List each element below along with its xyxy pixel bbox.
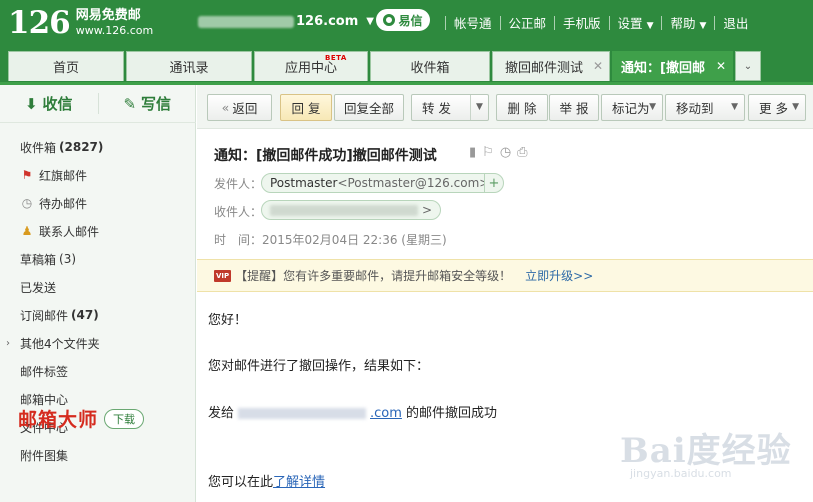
chevron-down-icon: ▼	[649, 102, 656, 112]
logo[interactable]: 126 网易免费邮 www.126.com	[8, 6, 153, 40]
folder-inbox[interactable]: 收件箱 (2827)	[0, 133, 196, 161]
mail-master-promo[interactable]: 邮箱大师 下载	[18, 405, 145, 432]
tab-inbox[interactable]: 收件箱	[370, 51, 490, 81]
link-help[interactable]: 帮助 ▼	[670, 13, 706, 32]
chevron-down-icon[interactable]: ▼	[476, 102, 483, 112]
folder-drafts[interactable]: 草稿箱 (3)	[0, 245, 196, 273]
link-settings[interactable]: 设置 ▼	[618, 13, 654, 32]
tab-recall-test[interactable]: 撤回邮件测试 ✕	[492, 51, 610, 81]
sender-address: <Postmaster@126.com>	[337, 176, 490, 190]
body-greeting: 您好！	[208, 313, 248, 328]
flag-icon: ⚑	[21, 168, 33, 182]
chevron-right-icon[interactable]: ›	[6, 338, 10, 349]
link-mobile[interactable]: 手机版	[563, 13, 601, 32]
link-account-pass[interactable]: 帐号通	[454, 13, 492, 32]
folder-contacts-mail[interactable]: ♟ 联系人邮件	[0, 217, 196, 245]
chevron-down-icon: ▼	[699, 21, 707, 31]
close-icon[interactable]: ✕	[593, 59, 603, 73]
tab-home[interactable]: 首页	[8, 51, 124, 81]
tab-app-center[interactable]: 应用中心 BETA	[254, 51, 368, 81]
yixin-button[interactable]: 易信	[376, 9, 430, 31]
baidu-watermark: Bai度经验 jingyan.baidu.com	[620, 415, 800, 490]
clock-icon: ◷	[21, 196, 33, 210]
write-mail-button[interactable]: ✎ 写信	[99, 85, 197, 122]
chevron-down-icon: ▼	[792, 102, 799, 112]
yixin-icon	[383, 14, 396, 26]
details-link[interactable]: 了解详情	[273, 475, 325, 490]
mail-header: 通知：[撤回邮件成功]撤回邮件测试 ▮ ⚐ ◷ ⎙ 发件人： Postmaste…	[197, 129, 813, 259]
tab-contacts[interactable]: 通讯录	[126, 51, 252, 81]
forward-button[interactable]: 转 发 ▼	[411, 94, 489, 121]
link-logout[interactable]: 退出	[723, 13, 748, 32]
logo-number: 126	[8, 5, 71, 41]
watermark-url: jingyan.baidu.com	[630, 467, 732, 480]
logo-url: www.126.com	[75, 24, 154, 37]
more-dropdown[interactable]: 更 多 ▼	[748, 94, 806, 121]
chevron-down-icon: ▼	[646, 21, 654, 31]
vip-icon: VIP	[214, 269, 232, 282]
upgrade-link[interactable]: 立即升级>>	[525, 267, 593, 284]
move-to-dropdown[interactable]: 移动到 ▼	[665, 94, 745, 121]
account-menu[interactable]: 126.com ▼	[198, 14, 374, 29]
flag-outline-icon[interactable]: ⚐	[482, 145, 494, 160]
beta-badge: BETA	[325, 54, 347, 62]
back-button[interactable]: « 返回	[207, 94, 272, 121]
notice-text: 【提醒】您有许多重要邮件，请提升邮箱安全等级！	[235, 269, 512, 283]
add-contact-icon[interactable]: +	[484, 173, 504, 193]
recipient-blurred	[270, 204, 418, 216]
account-name-blurred	[198, 15, 294, 28]
chevron-down-icon: ▼	[731, 102, 738, 112]
recipient-domain-link[interactable]: .com	[370, 406, 402, 421]
folder-mail-tags[interactable]: 邮件标签	[0, 357, 196, 385]
download-arrow-icon: ⬇	[24, 94, 38, 113]
delete-button[interactable]: 删 除	[496, 94, 548, 121]
folder-sent[interactable]: 已发送	[0, 273, 196, 301]
download-button[interactable]: 下载	[104, 408, 145, 429]
to-label: 收件人：	[214, 205, 263, 219]
from-label: 发件人：	[214, 177, 263, 191]
recipient-address-blurred	[238, 408, 367, 419]
tab-notice-active[interactable]: 通知：[撤回邮 ✕	[612, 51, 733, 81]
receive-mail-button[interactable]: ⬇ 收信	[0, 85, 98, 122]
close-icon[interactable]: ✕	[716, 59, 726, 73]
tab-more-dropdown[interactable]: ⌄	[735, 51, 761, 81]
clock-icon[interactable]: ◷	[500, 145, 511, 160]
top-links: 帐号通 公正邮 手机版 设置 ▼ 帮助 ▼ 退出	[437, 13, 748, 32]
report-button[interactable]: 举 报	[549, 94, 599, 121]
folder-todo[interactable]: ◷ 待办邮件	[0, 189, 196, 217]
top-header: 126 网易免费邮 www.126.com 126.com ▼ 易信 帐号通 公…	[0, 0, 813, 46]
yixin-label: 易信	[398, 13, 423, 28]
recipient-chip[interactable]: >	[261, 200, 441, 220]
logo-name: 网易免费邮	[75, 8, 141, 23]
body-line3: 您可以在此了解详情	[208, 475, 326, 490]
mail-toolbar: « 返回 回 复 回复全部 转 发 ▼ 删 除 举 报 标记为 ▼ 移动到 ▼ …	[197, 85, 813, 129]
body-line2: 发给 .com 的邮件撤回成功	[208, 406, 498, 421]
folder-subscriptions[interactable]: 订阅邮件 (47)	[0, 301, 196, 329]
body-line1: 您对邮件进行了撤回操作，结果如下：	[208, 359, 430, 374]
double-chevron-left-icon: «	[221, 100, 230, 115]
folder-attachments[interactable]: 附件图集	[0, 441, 196, 469]
watermark-logo: Bai度经验	[620, 431, 792, 471]
pencil-icon: ✎	[123, 94, 137, 113]
time-value: 2015年02月04日 22:36 (星期三)	[262, 233, 447, 247]
bookmark-icon[interactable]: ▮	[469, 145, 476, 160]
folder-other-4[interactable]: › 其他4个文件夹	[0, 329, 196, 357]
sidebar: ⬇ 收信 ✎ 写信 收件箱 (2827) ⚑ 红旗邮件 ◷ 待办邮件 ♟ 联系人…	[0, 85, 196, 502]
contact-icon: ♟	[21, 224, 33, 238]
chevron-down-icon: ⌄	[743, 60, 753, 72]
security-notice: VIP 【提醒】您有许多重要邮件，请提升邮箱安全等级！ 立即升级>>	[197, 259, 813, 292]
print-icon[interactable]: ⎙	[517, 145, 527, 160]
time-label: 时 间：	[214, 233, 263, 247]
sender-name: Postmaster	[270, 176, 338, 190]
reply-all-button[interactable]: 回复全部	[334, 94, 404, 121]
sender-chip[interactable]: Postmaster <Postmaster@126.com>	[261, 173, 489, 193]
promo-text: 邮箱大师	[18, 409, 99, 431]
chevron-down-icon: ▼	[366, 16, 374, 27]
reply-button[interactable]: 回 复	[280, 94, 332, 121]
mark-as-dropdown[interactable]: 标记为 ▼	[601, 94, 663, 121]
account-domain: 126.com	[296, 14, 359, 29]
mail-subject: 通知：[撤回邮件成功]撤回邮件测试	[214, 148, 437, 164]
link-notary-mail[interactable]: 公正邮	[509, 13, 547, 32]
folder-flagged[interactable]: ⚑ 红旗邮件	[0, 161, 196, 189]
